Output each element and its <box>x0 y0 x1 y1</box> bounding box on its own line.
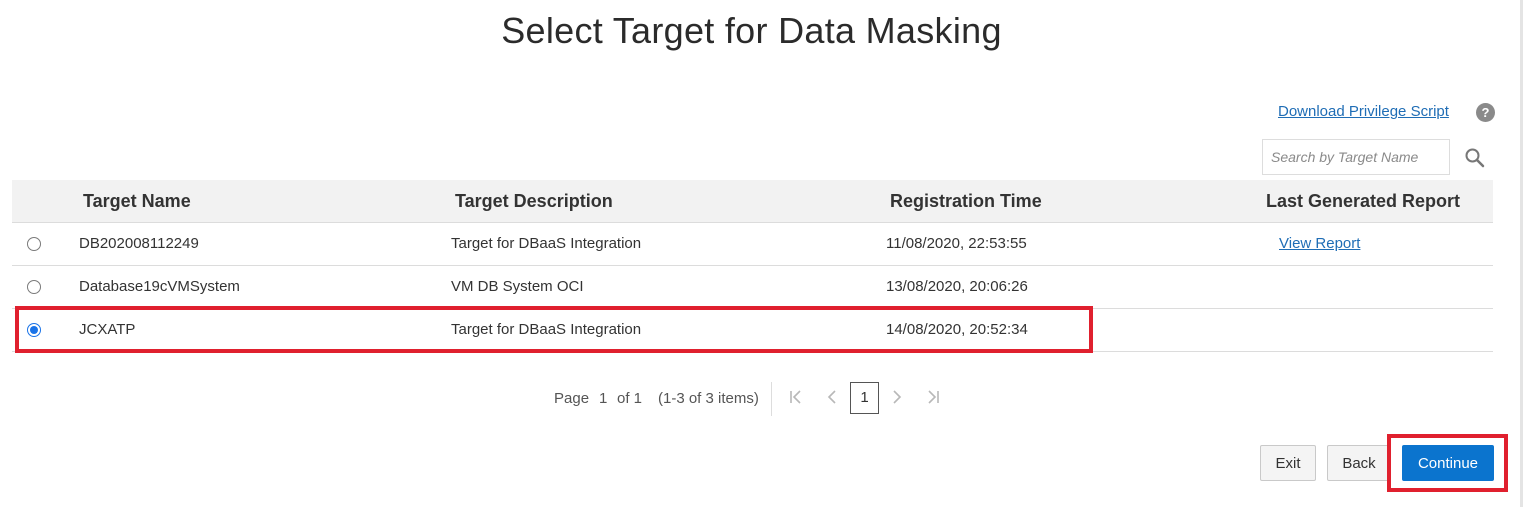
view-report-link[interactable]: View Report <box>1279 223 1360 265</box>
column-header-target-description[interactable]: Target Description <box>455 180 613 223</box>
row-radio-selected[interactable] <box>27 323 41 337</box>
registration-time-cell: 11/08/2020, 22:53:55 <box>886 235 1027 252</box>
target-name-cell: DB202008112249 <box>79 235 199 252</box>
previous-page-icon[interactable] <box>826 387 838 412</box>
next-page-icon[interactable] <box>891 387 903 412</box>
table-header: Target Name Target Description Registrat… <box>12 180 1493 223</box>
download-privilege-script-link[interactable]: Download Privilege Script <box>1278 103 1449 120</box>
pagination-divider <box>771 382 772 416</box>
exit-button[interactable]: Exit <box>1260 445 1316 481</box>
column-header-registration-time[interactable]: Registration Time <box>890 180 1042 223</box>
target-name-cell: Database19cVMSystem <box>79 278 240 295</box>
page-title: Select Target for Data Masking <box>501 10 1002 51</box>
registration-time-cell: 13/08/2020, 20:06:26 <box>886 278 1028 295</box>
search-input[interactable] <box>1262 139 1450 175</box>
page-label: Page <box>554 390 590 407</box>
first-page-icon[interactable] <box>789 387 803 412</box>
table-row[interactable]: DB202008112249 Target for DBaaS Integrat… <box>12 223 1493 266</box>
page-count: of 1 <box>617 390 643 407</box>
table-row[interactable]: Database19cVMSystem VM DB System OCI 13/… <box>12 266 1493 309</box>
column-header-last-generated-report[interactable]: Last Generated Report <box>1266 180 1460 223</box>
help-icon[interactable]: ? <box>1476 103 1495 122</box>
row-radio[interactable] <box>27 237 41 251</box>
table-row-selected[interactable]: JCXATP Target for DBaaS Integration 14/0… <box>12 309 1493 352</box>
current-page-number: 1 <box>599 390 608 407</box>
continue-button[interactable]: Continue <box>1402 445 1494 481</box>
search-icon[interactable] <box>1464 147 1486 169</box>
target-description-cell: Target for DBaaS Integration <box>451 235 642 252</box>
registration-time-cell: 14/08/2020, 20:52:34 <box>886 321 1028 338</box>
item-range: (1-3 of 3 items) <box>658 390 759 407</box>
back-button[interactable]: Back <box>1327 445 1391 481</box>
target-name-cell: JCXATP <box>79 321 136 338</box>
page-1-button[interactable]: 1 <box>850 382 879 414</box>
target-description-cell: VM DB System OCI <box>451 278 584 295</box>
last-page-icon[interactable] <box>926 387 940 412</box>
row-radio[interactable] <box>27 280 41 294</box>
column-header-target-name[interactable]: Target Name <box>83 180 191 223</box>
target-description-cell: Target for DBaaS Integration <box>451 321 642 338</box>
